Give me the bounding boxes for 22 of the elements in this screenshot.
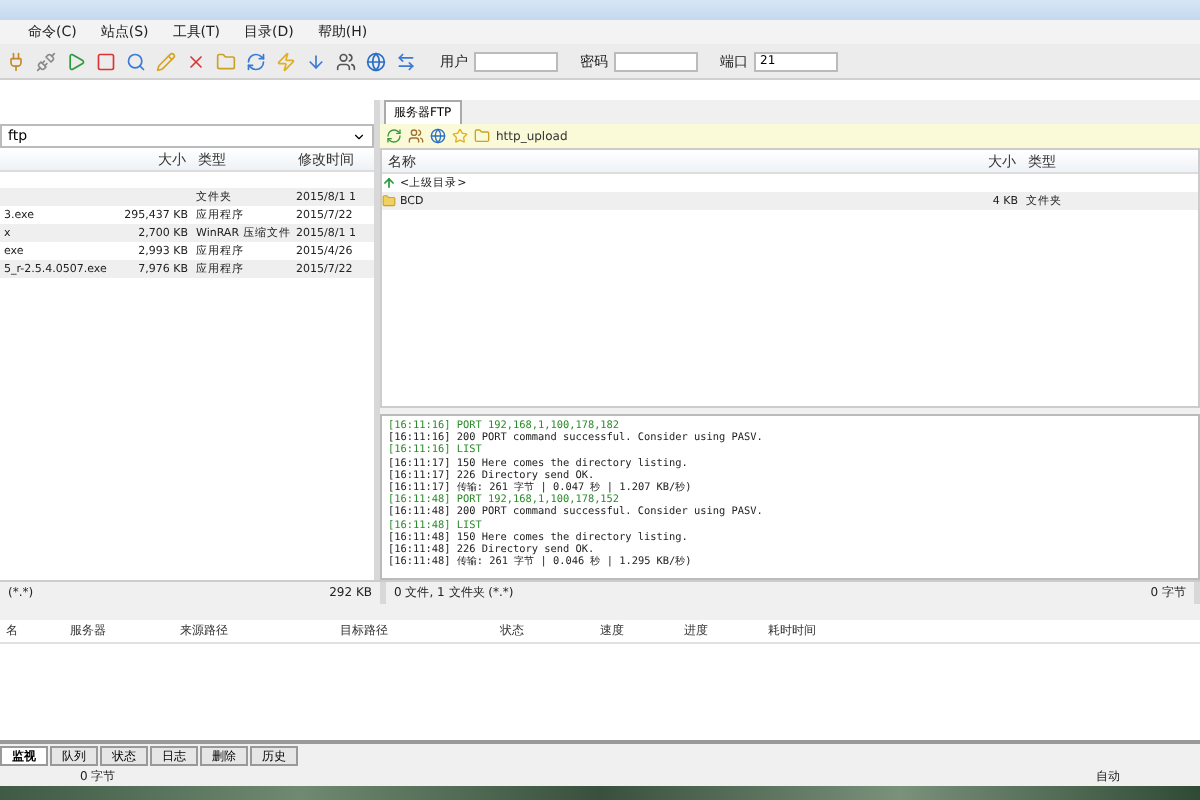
input-field[interactable] xyxy=(614,51,698,71)
stop-icon[interactable] xyxy=(94,49,118,73)
pencil-icon[interactable] xyxy=(154,49,178,73)
users-icon[interactable] xyxy=(334,49,358,73)
download-icon[interactable] xyxy=(304,49,328,73)
folder-icon xyxy=(382,194,396,208)
search-icon[interactable] xyxy=(124,49,148,73)
folder-icon[interactable] xyxy=(214,49,238,73)
input-field[interactable] xyxy=(474,51,558,71)
globe-icon[interactable] xyxy=(430,128,446,144)
star-icon[interactable] xyxy=(452,128,468,144)
plug-icon[interactable] xyxy=(4,49,28,73)
unplug-icon[interactable] xyxy=(34,49,58,73)
caret-icon xyxy=(352,129,366,143)
play-icon[interactable] xyxy=(64,49,88,73)
up-arrow-icon xyxy=(382,176,396,190)
folder-icon xyxy=(474,128,490,144)
transfer-icon[interactable] xyxy=(394,49,418,73)
refresh-icon[interactable] xyxy=(386,128,402,144)
refresh-icon[interactable] xyxy=(244,49,268,73)
globe-icon[interactable] xyxy=(364,49,388,73)
users-icon[interactable] xyxy=(408,128,424,144)
